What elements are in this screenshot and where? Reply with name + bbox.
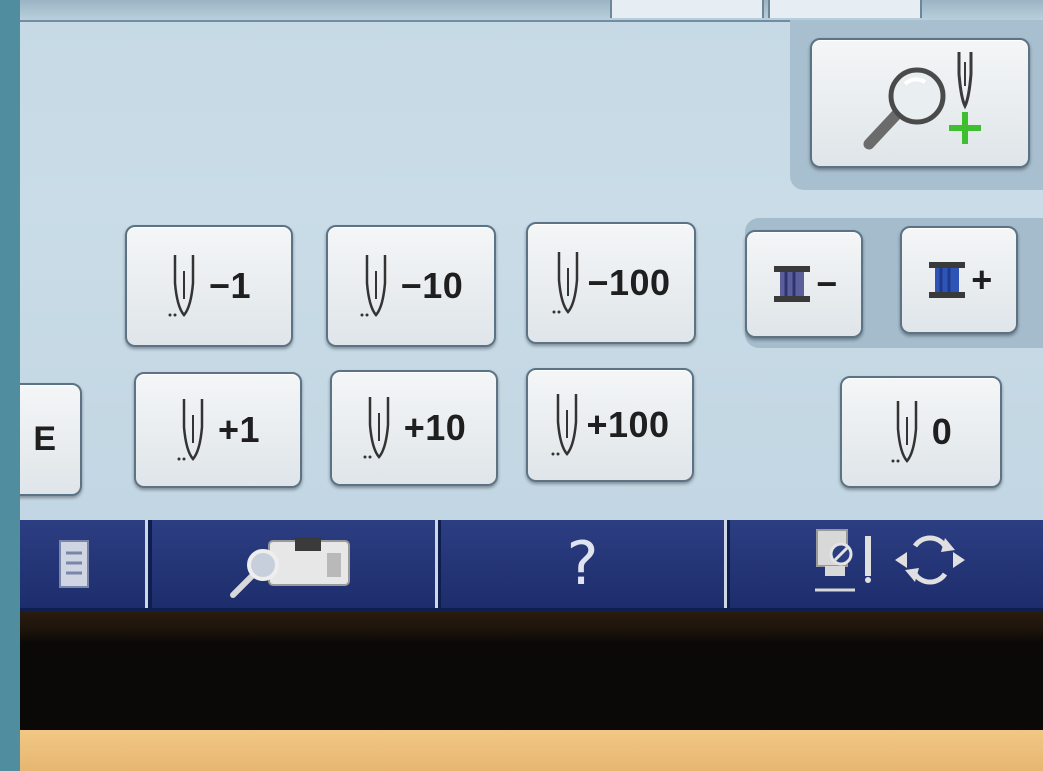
needle-reset-label: 0 [931, 411, 953, 452]
thread-minus-button[interactable]: − [745, 230, 863, 338]
needle-forward-10-label: +10 [403, 407, 467, 448]
needle-icon [177, 399, 204, 461]
needle-icon [551, 394, 578, 456]
needle-icon [360, 255, 386, 317]
top-tab[interactable] [610, 0, 764, 18]
thread-minus-label: − [816, 263, 838, 304]
needle-forward-1-label: +1 [217, 409, 261, 450]
presser-foot-rotate-button[interactable] [730, 520, 1043, 608]
needle-forward-100-label: +100 [586, 404, 670, 445]
zoom-needle-button[interactable] [810, 38, 1030, 168]
needle-icon [891, 401, 917, 463]
device-ledge [20, 730, 1043, 771]
partial-left-label: E [33, 420, 57, 458]
top-tab[interactable] [768, 0, 922, 18]
needle-back-100-label: −100 [587, 262, 671, 303]
needle-reset-button[interactable]: 0 [840, 376, 1002, 488]
needle-back-100-button[interactable]: −100 [526, 222, 696, 344]
needle-back-1-button[interactable]: −1 [125, 225, 293, 347]
help-label: ? [566, 529, 599, 599]
thread-plus-button[interactable]: + [900, 226, 1018, 334]
needle-forward-100-button[interactable]: +100 [526, 368, 694, 482]
thread-spool-icon [929, 262, 966, 298]
machine-preview-button[interactable] [152, 520, 438, 608]
top-strip [20, 0, 1043, 22]
memory-icon [58, 540, 89, 588]
lcd-screen: −1 −10 −100 − + E +1 +10 +100 0 [20, 0, 1043, 520]
help-button[interactable]: ? [441, 520, 727, 608]
partial-left-button[interactable]: E [20, 383, 82, 496]
thread-plus-label: + [971, 259, 993, 300]
screen-bezel [20, 612, 1043, 642]
needle-forward-1-button[interactable]: +1 [134, 372, 302, 488]
magnifier-needle-plus-icon [863, 52, 981, 150]
needle-icon [552, 252, 579, 314]
bottom-nav-bar: ? [20, 520, 1043, 612]
needle-icon [168, 255, 195, 317]
memory-button[interactable] [20, 520, 148, 608]
device-frame: −1 −10 −100 − + E +1 +10 +100 0 ? [20, 0, 1043, 771]
machine-preview-icon [229, 537, 350, 598]
needle-back-10-label: −10 [400, 265, 464, 306]
presser-foot-rotate-icon [815, 529, 965, 592]
needle-back-1-label: −1 [208, 265, 252, 306]
needle-icon [363, 397, 389, 459]
needle-back-10-button[interactable]: −10 [326, 225, 496, 347]
thread-spool-icon [774, 266, 811, 302]
needle-forward-10-button[interactable]: +10 [330, 370, 498, 486]
